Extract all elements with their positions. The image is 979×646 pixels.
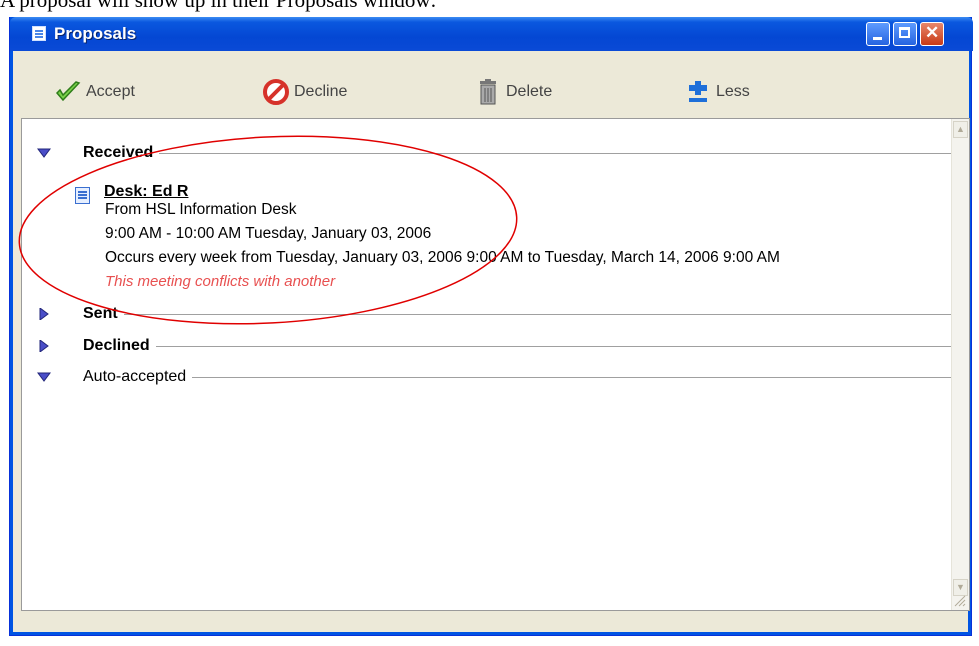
section-divider: [83, 346, 951, 347]
section-label: Sent: [83, 303, 124, 325]
proposal-title[interactable]: Desk: Ed R: [104, 183, 188, 201]
collapsed-triangle-icon[interactable]: [37, 340, 51, 352]
maximize-button[interactable]: [893, 22, 917, 46]
section-label: Declined: [83, 335, 156, 357]
close-button[interactable]: [920, 22, 944, 46]
section-label: Auto-accepted: [83, 366, 193, 388]
less-label: Less: [716, 83, 750, 100]
section-divider: [83, 153, 951, 154]
expanded-triangle-icon[interactable]: [37, 147, 51, 159]
section-received[interactable]: Received: [21, 142, 951, 164]
section-divider: [83, 377, 951, 378]
delete-button[interactable]: Delete: [474, 78, 552, 106]
section-divider: [83, 314, 951, 315]
delete-label: Delete: [506, 83, 553, 100]
proposal-item-icon: [75, 187, 90, 204]
title-bar[interactable]: Proposals: [10, 17, 973, 51]
accept-label: Accept: [86, 83, 135, 100]
document-heading: A proposal will show up in their Proposa…: [0, 0, 437, 12]
section-sent[interactable]: Sent: [21, 303, 951, 325]
checkmark-icon: [54, 78, 82, 106]
section-label: Received: [83, 142, 160, 164]
resize-grip-icon[interactable]: [952, 593, 966, 607]
proposal-time: 9:00 AM - 10:00 AM Tuesday, January 03, …: [105, 225, 432, 242]
accept-button[interactable]: Accept: [54, 78, 135, 106]
less-button[interactable]: Less: [684, 78, 750, 106]
collapsed-triangle-icon[interactable]: [37, 308, 51, 320]
conflict-warning: This meeting conflicts with another: [105, 273, 336, 290]
minimize-button[interactable]: [866, 22, 890, 46]
scroll-up-arrow[interactable]: ▲: [953, 121, 968, 138]
window-title: Proposals: [54, 24, 137, 43]
proposal-recurrence: Occurs every week from Tuesday, January …: [105, 249, 780, 266]
collapse-plus-icon: [684, 78, 712, 106]
vertical-scrollbar[interactable]: ▲ ▼: [951, 119, 969, 610]
section-auto-accepted[interactable]: Auto-accepted: [21, 366, 951, 388]
trash-icon: [474, 78, 502, 106]
decline-button[interactable]: Decline: [262, 78, 347, 106]
expanded-triangle-icon[interactable]: [37, 371, 51, 383]
decline-label: Decline: [294, 83, 348, 100]
no-entry-icon: [262, 78, 290, 106]
proposals-window-icon: [32, 26, 46, 41]
section-declined[interactable]: Declined: [21, 335, 951, 357]
proposal-from: From HSL Information Desk: [105, 201, 297, 218]
